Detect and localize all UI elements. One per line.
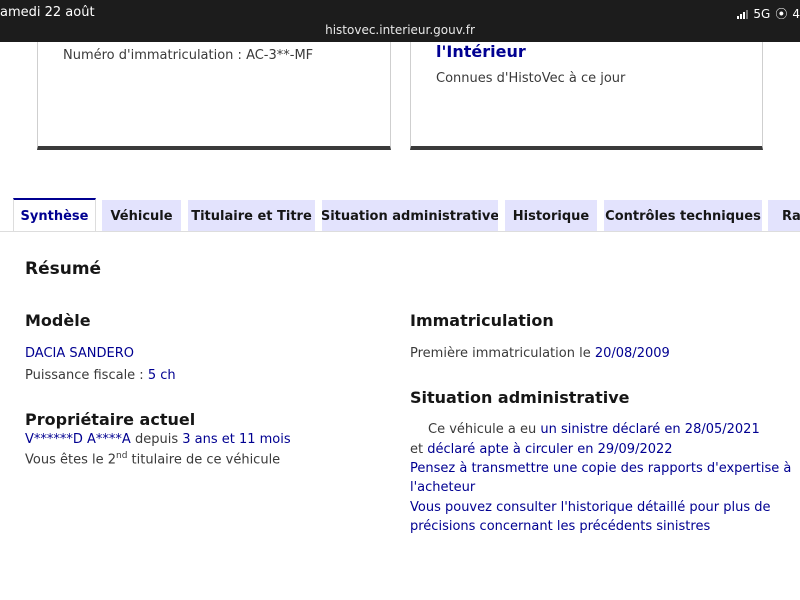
- signal-icon: [737, 9, 749, 19]
- fit-line: et déclaré apte à circuler en 29/09/2022: [410, 442, 673, 457]
- battery-label: 4: [792, 6, 800, 21]
- owner-name: V******D A****A: [25, 432, 131, 447]
- model-heading: Modèle: [25, 311, 91, 330]
- address-bar[interactable]: histovec.interieur.gouv.fr: [0, 23, 800, 37]
- registration-heading: Immatriculation: [410, 311, 554, 330]
- plate-card: Numéro d'immatriculation : AC-3**-MF: [37, 42, 391, 150]
- owner-rank-suffix: titulaire de ce véhicule: [127, 452, 281, 468]
- tab-rapport[interactable]: Rap: [768, 200, 800, 232]
- tab-titulaire[interactable]: Titulaire et Titre: [188, 200, 315, 232]
- history-link-line2[interactable]: précisions concernant les précédents sin…: [410, 519, 710, 534]
- network-label: 5G: [753, 6, 771, 21]
- fiscal-power-value: 5 ch: [147, 368, 176, 383]
- location-icon: ⦿: [775, 7, 788, 21]
- info-card-text: Connues d'HistoVec à ce jour: [436, 71, 626, 86]
- tab-vehicule[interactable]: Véhicule: [102, 200, 181, 232]
- status-bar: amedi 22 août 5G ⦿ 4 histovec.interieur.…: [0, 0, 800, 42]
- status-date: amedi 22 août: [0, 5, 95, 20]
- fiscal-power: Puissance fiscale : 5 ch: [25, 368, 176, 383]
- owner-rank-sup: nd: [116, 451, 128, 461]
- resume-heading: Résumé: [25, 259, 102, 279]
- expertise-advice-line2[interactable]: l'acheteur: [410, 480, 475, 495]
- owner-since-value: 3 ans et 11 mois: [182, 432, 291, 447]
- status-indicators: 5G ⦿ 4: [737, 5, 800, 22]
- page: Numéro d'immatriculation : AC-3**-MF l'I…: [0, 42, 800, 600]
- fit-link[interactable]: déclaré apte à circuler en 29/09/2022: [427, 442, 672, 457]
- owner-since-label: depuis: [130, 432, 183, 447]
- claim-line: Ce véhicule a eu un sinistre déclaré en …: [428, 422, 760, 437]
- first-registration-label: Première immatriculation le: [410, 346, 595, 361]
- first-registration: Première immatriculation le 20/08/2009: [410, 346, 670, 361]
- info-card-title: l'Intérieur: [436, 42, 526, 61]
- fiscal-power-label: Puissance fiscale :: [25, 368, 148, 383]
- info-card: l'Intérieur Connues d'HistoVec à ce jour: [410, 42, 763, 150]
- claim-prefix: Ce véhicule a eu: [428, 422, 541, 437]
- tab-synthese[interactable]: Synthèse: [13, 198, 96, 233]
- owner-heading: Propriétaire actuel: [25, 410, 196, 429]
- owner-line: V******D A****A depuis 3 ans et 11 mois: [25, 432, 291, 447]
- tab-controles-techniques[interactable]: Contrôles techniques: [604, 200, 762, 232]
- synthese-panel: Résumé Modèle DACIA SANDERO Puissance fi…: [0, 231, 800, 600]
- fit-prefix: et: [410, 442, 428, 457]
- owner-rank: Vous êtes le 2nd titulaire de ce véhicul…: [25, 451, 280, 467]
- tab-bar: Synthèse Véhicule Titulaire et Titre Sit…: [0, 198, 800, 233]
- claim-link[interactable]: un sinistre déclaré en 28/05/2021: [540, 422, 759, 437]
- owner-rank-prefix: Vous êtes le 2: [25, 452, 116, 468]
- model-name: DACIA SANDERO: [25, 346, 134, 361]
- expertise-advice-line1[interactable]: Pensez à transmettre une copie des rappo…: [410, 461, 791, 476]
- tab-historique[interactable]: Historique: [505, 200, 597, 232]
- plate-number-text: Numéro d'immatriculation : AC-3**-MF: [63, 48, 314, 63]
- tab-situation-administrative[interactable]: Situation administrative: [322, 200, 498, 232]
- admin-heading: Situation administrative: [410, 388, 630, 407]
- first-registration-date: 20/08/2009: [594, 346, 670, 361]
- history-link-line1[interactable]: Vous pouvez consulter l'historique détai…: [410, 500, 771, 515]
